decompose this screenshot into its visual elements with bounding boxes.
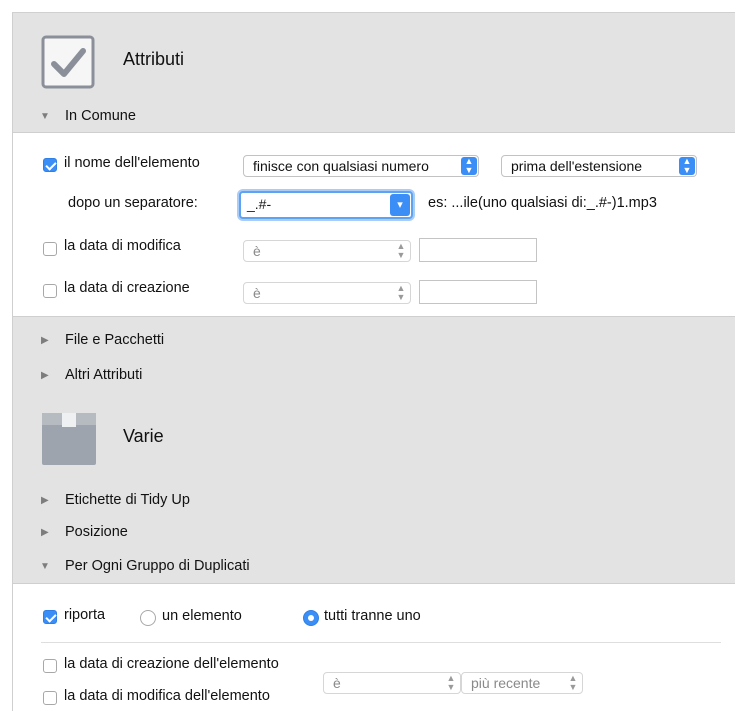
all-but-one-label[interactable]: tutti tranne uno bbox=[324, 608, 421, 624]
all-but-one-radio[interactable] bbox=[303, 610, 319, 626]
chevron-updown-icon: ▲ ▼ bbox=[461, 157, 477, 175]
name-condition-value: finisce con qualsiasi numero bbox=[253, 158, 429, 174]
checkbox-check-icon bbox=[41, 35, 95, 89]
modified-date-field[interactable] bbox=[419, 238, 537, 262]
order-value: più recente bbox=[471, 675, 541, 691]
section-in-comune[interactable]: In Comune bbox=[65, 108, 136, 124]
chevron-updown-icon: ▲ ▼ bbox=[679, 157, 695, 175]
section-other-attributes[interactable]: Altri Attributi bbox=[65, 367, 142, 383]
one-element-label[interactable]: un elemento bbox=[162, 608, 242, 624]
disclosure-closed-icon[interactable]: ▶ bbox=[41, 370, 49, 381]
separator-value[interactable]: _.#- bbox=[247, 196, 271, 212]
created-date-field[interactable] bbox=[419, 280, 537, 304]
per-group-panel: riporta un elemento tutti tranne uno la … bbox=[13, 583, 735, 711]
created-date-label: la data di creazione bbox=[64, 280, 190, 296]
date-operator-value: è bbox=[333, 675, 341, 691]
modified-operator-popup[interactable]: è ▲ ▼ bbox=[243, 240, 411, 262]
modification-date-label: la data di modifica dell'elemento bbox=[64, 688, 270, 704]
name-position-value: prima dell'estensione bbox=[511, 158, 643, 174]
common-panel: il nome dell'elemento finisce con qualsi… bbox=[13, 132, 735, 317]
attributes-title: Attributi bbox=[123, 49, 185, 69]
name-label: il nome dell'elemento bbox=[64, 155, 200, 171]
created-operator-value: è bbox=[253, 285, 261, 301]
section-position[interactable]: Posizione bbox=[65, 524, 128, 540]
one-element-radio[interactable] bbox=[140, 610, 156, 626]
creation-date-label: la data di creazione dell'elemento bbox=[64, 656, 279, 672]
order-popup[interactable]: più recente ▲ ▼ bbox=[461, 672, 583, 694]
name-condition-popup[interactable]: finisce con qualsiasi numero ▲ ▼ bbox=[243, 155, 479, 177]
disclosure-open-icon[interactable]: ▼ bbox=[40, 111, 50, 122]
disclosure-closed-icon[interactable]: ▶ bbox=[41, 495, 49, 506]
created-date-checkbox[interactable] bbox=[43, 284, 57, 298]
disclosure-closed-icon[interactable]: ▶ bbox=[41, 335, 49, 346]
disclosure-open-icon[interactable]: ▼ bbox=[40, 561, 50, 572]
chevron-down-icon: ▾ bbox=[390, 194, 410, 216]
section-per-group[interactable]: Per Ogni Gruppo di Duplicati bbox=[65, 558, 250, 574]
separator-example: es: ...ile(uno qualsiasi di:_.#-)1.mp3 bbox=[428, 195, 657, 211]
section-tidy-up-labels[interactable]: Etichette di Tidy Up bbox=[65, 492, 190, 508]
separator-label: dopo un separatore: bbox=[68, 195, 198, 211]
modified-date-label: la data di modifica bbox=[64, 238, 181, 254]
misc-title: Varie bbox=[123, 426, 164, 446]
chevron-updown-icon: ▲ ▼ bbox=[396, 283, 406, 302]
chevron-updown-icon: ▲ ▼ bbox=[396, 241, 406, 260]
modified-operator-value: è bbox=[253, 243, 261, 259]
chevron-updown-icon: ▲ ▼ bbox=[568, 673, 578, 692]
report-label: riporta bbox=[64, 607, 106, 623]
report-checkbox[interactable] bbox=[43, 610, 57, 624]
modification-date-checkbox[interactable] bbox=[43, 691, 57, 705]
separator-combobox[interactable]: _.#- ▾ bbox=[239, 191, 413, 219]
name-position-popup[interactable]: prima dell'estensione ▲ ▼ bbox=[501, 155, 697, 177]
date-operator-popup[interactable]: è ▲ ▼ bbox=[323, 672, 461, 694]
section-files-packages[interactable]: File e Pacchetti bbox=[65, 332, 164, 348]
divider bbox=[41, 642, 721, 643]
chevron-updown-icon: ▲ ▼ bbox=[446, 673, 456, 692]
box-icon bbox=[41, 411, 97, 467]
rules-window: Attributi ▼ In Comune il nome dell'eleme… bbox=[12, 12, 735, 711]
created-operator-popup[interactable]: è ▲ ▼ bbox=[243, 282, 411, 304]
creation-date-checkbox[interactable] bbox=[43, 659, 57, 673]
modified-date-checkbox[interactable] bbox=[43, 242, 57, 256]
disclosure-closed-icon[interactable]: ▶ bbox=[41, 527, 49, 538]
name-checkbox[interactable] bbox=[43, 158, 57, 172]
